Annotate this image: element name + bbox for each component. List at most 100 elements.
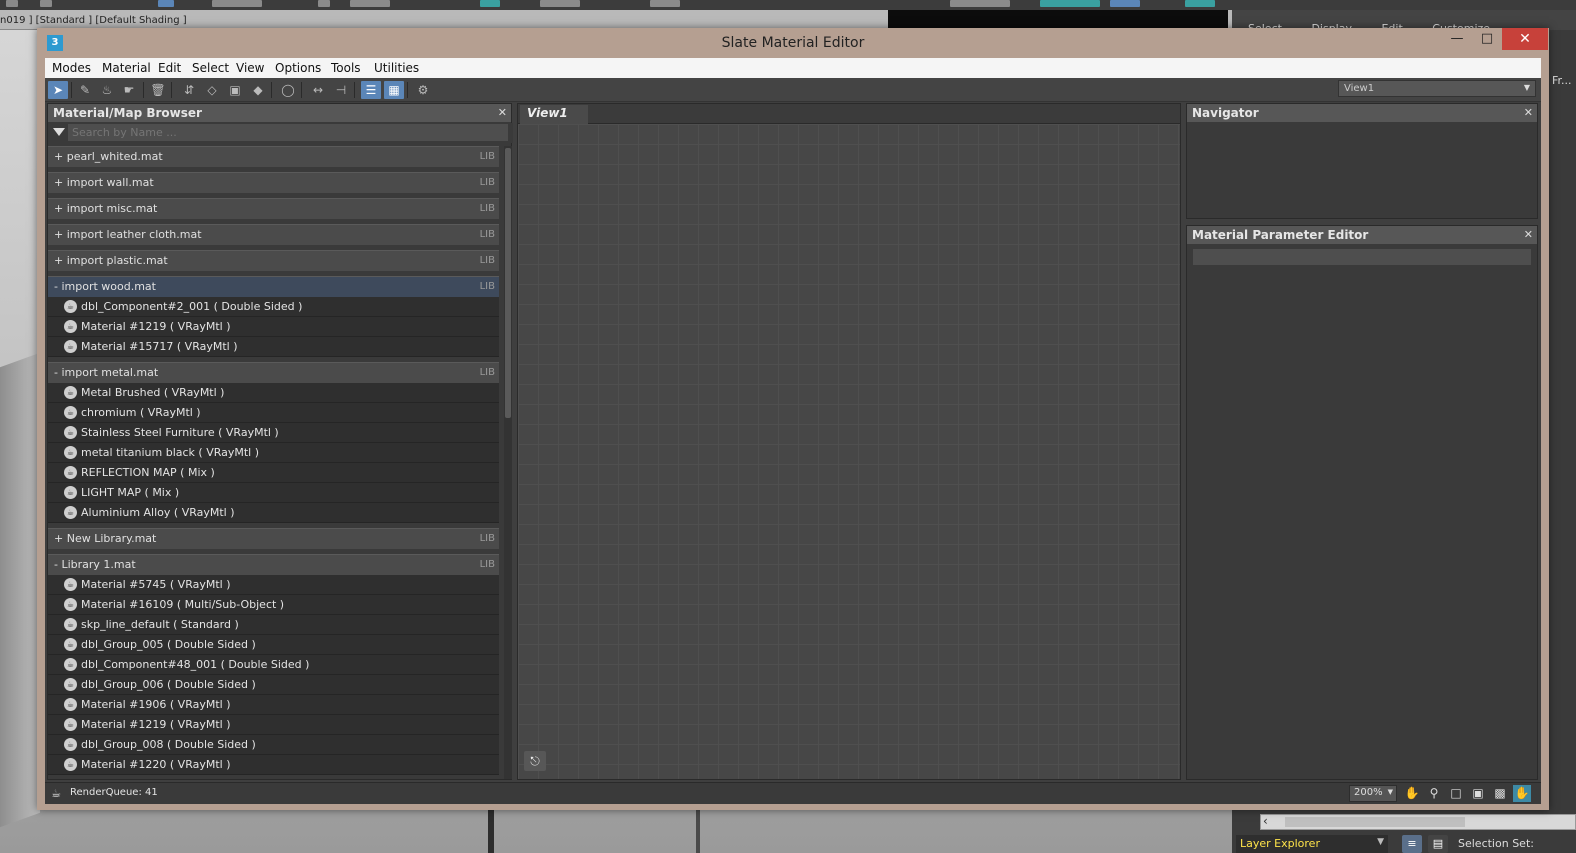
close-button[interactable]: ✕ — [1502, 28, 1548, 50]
pan-to-selected-icon[interactable]: ✋ — [1513, 785, 1531, 802]
library-group[interactable]: - import metal.mat LIB — [48, 362, 499, 383]
zoom-icon[interactable]: ⚲ — [1425, 785, 1443, 802]
library-group[interactable]: - import wood.mat LIB — [48, 276, 499, 297]
material-item[interactable]: ☕ dbl_Group_005 ( Double Sided ) — [48, 635, 499, 655]
scroll-thumb[interactable] — [505, 148, 511, 418]
host-tool-icon[interactable] — [1110, 0, 1140, 7]
hide-unused-icon[interactable]: ◇ — [202, 81, 222, 99]
parameter-editor-toggle-icon[interactable]: ▦ — [384, 81, 404, 99]
browser-scrollbar[interactable] — [504, 146, 512, 779]
library-group[interactable]: + import wall.mat LIB — [48, 172, 499, 193]
material-item[interactable]: ☕ Material #1906 ( VRayMtl ) — [48, 695, 499, 715]
material-item[interactable]: ☕ Metal Brushed ( VRayMtl ) — [48, 383, 499, 403]
browser-header[interactable]: Material/Map Browser ✕ — [48, 104, 511, 122]
library-group[interactable]: + import leather cloth.mat LIB — [48, 224, 499, 245]
background-icon[interactable]: ◯ — [278, 81, 298, 99]
select-tool-icon[interactable]: ➤ — [48, 81, 68, 99]
assign-material-icon[interactable]: ☛ — [119, 81, 139, 99]
mpe-header[interactable]: Material Parameter Editor ✕ — [1187, 226, 1537, 244]
host-side-label[interactable]: Fr... — [1552, 74, 1572, 87]
maximize-button[interactable]: □ — [1472, 28, 1502, 50]
put-to-scene-icon[interactable]: ♨ — [97, 81, 117, 99]
material-item[interactable]: ☕ Material #5745 ( VRayMtl ) — [48, 575, 499, 595]
host-tool-icon[interactable] — [40, 0, 52, 7]
node-view[interactable]: View1 ⎋ — [517, 103, 1181, 780]
view-select-dropdown[interactable]: View1 ▼ — [1338, 80, 1536, 97]
material-item[interactable]: ☕ chromium ( VRayMtl ) — [48, 403, 499, 423]
layout-children-icon[interactable]: ⊣ — [331, 81, 351, 99]
library-group[interactable]: + import plastic.mat LIB — [48, 250, 499, 271]
library-group[interactable]: - Library 1.mat LIB — [48, 554, 499, 575]
menu-options[interactable]: Options — [275, 61, 321, 75]
scroll-left-icon[interactable]: ‹ — [1263, 814, 1268, 828]
menu-view[interactable]: View — [236, 61, 264, 75]
material-item[interactable]: ☕ Stainless Steel Furniture ( VRayMtl ) — [48, 423, 499, 443]
delete-icon[interactable]: 🗑 — [148, 81, 168, 99]
menu-edit[interactable]: Edit — [158, 61, 181, 75]
material-item[interactable]: ☕ LIGHT MAP ( Mix ) — [48, 483, 499, 503]
close-icon[interactable]: ✕ — [1524, 106, 1533, 119]
host-tool-icon[interactable] — [212, 0, 262, 7]
menu-utilities[interactable]: Utilities — [374, 61, 419, 75]
library-group[interactable]: + pearl_whited.mat LIB — [48, 146, 499, 167]
host-tool-icon[interactable] — [650, 0, 680, 7]
binoculars-icon[interactable]: ⎋ — [524, 751, 546, 771]
show-map-icon[interactable]: ▣ — [225, 81, 245, 99]
host-tool-icon[interactable] — [480, 0, 500, 7]
search-options-icon[interactable] — [53, 128, 65, 136]
pick-material-icon[interactable]: ✎ — [75, 81, 95, 99]
material-item[interactable]: ☕ REFLECTION MAP ( Mix ) — [48, 463, 499, 483]
library-group[interactable]: + New Library.mat LIB — [48, 528, 499, 549]
host-tool-icon[interactable] — [350, 0, 390, 7]
select-by-material-icon[interactable]: ⚙ — [413, 81, 433, 99]
host-tool-icon[interactable] — [950, 0, 1010, 7]
material-item[interactable]: ☕ dbl_Component#2_001 ( Double Sided ) — [48, 297, 499, 317]
show-background-icon[interactable]: ◆ — [248, 81, 268, 99]
layer-tool-icon[interactable]: ▤ — [1428, 835, 1448, 853]
menu-modes[interactable]: Modes — [52, 61, 91, 75]
viewport-label[interactable]: n019 ] [Standard ] [Default Shading ] — [0, 15, 187, 26]
host-toolbar — [0, 0, 1576, 10]
host-tool-icon[interactable] — [1185, 0, 1215, 7]
material-name-field[interactable] — [1193, 249, 1531, 265]
material-item[interactable]: ☕ Aluminium Alloy ( VRayMtl ) — [48, 503, 499, 523]
close-icon[interactable]: ✕ — [1524, 228, 1533, 241]
library-group[interactable]: + import misc.mat LIB — [48, 198, 499, 219]
tab-view1[interactable]: View1 — [520, 105, 588, 124]
material-item[interactable]: ☕ dbl_Group_006 ( Double Sided ) — [48, 675, 499, 695]
material-item[interactable]: ☕ dbl_Component#48_001 ( Double Sided ) — [48, 655, 499, 675]
move-children-icon[interactable]: ⇵ — [179, 81, 199, 99]
menu-select[interactable]: Select — [192, 61, 229, 75]
search-input[interactable] — [68, 124, 508, 141]
scroll-thumb[interactable] — [1285, 817, 1465, 827]
menu-material[interactable]: Material — [102, 61, 151, 75]
host-tool-icon[interactable] — [540, 0, 580, 7]
zoom-extents-selected-icon[interactable]: ▩ — [1491, 785, 1509, 802]
material-item[interactable]: ☕ Material #1219 ( VRayMtl ) — [48, 715, 499, 735]
zoom-extents-icon[interactable]: ▣ — [1469, 785, 1487, 802]
zoom-dropdown[interactable]: 200% ▼ — [1349, 785, 1397, 802]
host-tool-icon[interactable] — [1040, 0, 1100, 7]
material-item[interactable]: ☕ Material #16109 ( Multi/Sub-Object ) — [48, 595, 499, 615]
material-browser-toggle-icon[interactable]: ☰ — [361, 81, 381, 99]
material-item[interactable]: ☕ metal titanium black ( VRayMtl ) — [48, 443, 499, 463]
host-horizontal-scrollbar[interactable]: ‹ — [1260, 814, 1576, 830]
pan-hand-icon[interactable]: ✋ — [1403, 785, 1421, 802]
material-item[interactable]: ☕ Material #1219 ( VRayMtl ) — [48, 317, 499, 337]
host-tool-icon[interactable] — [158, 0, 174, 7]
material-item[interactable]: ☕ Material #15717 ( VRayMtl ) — [48, 337, 499, 357]
material-item[interactable]: ☕ dbl_Group_008 ( Double Sided ) — [48, 735, 499, 755]
host-tool-icon[interactable] — [6, 0, 18, 7]
layout-all-icon[interactable]: ↔ — [308, 81, 328, 99]
menu-tools[interactable]: Tools — [331, 61, 361, 75]
zoom-region-icon[interactable]: □ — [1447, 785, 1465, 802]
layers-icon[interactable]: ≡ — [1402, 835, 1422, 853]
material-item[interactable]: ☕ Material #1220 ( VRayMtl ) — [48, 755, 499, 775]
layer-explorer-dropdown[interactable]: Layer Explorer ▼ — [1236, 835, 1388, 853]
title-bar[interactable]: 3 Slate Material Editor — □ ✕ — [37, 28, 1549, 58]
close-icon[interactable]: ✕ — [498, 106, 507, 119]
material-item[interactable]: ☕ skp_line_default ( Standard ) — [48, 615, 499, 635]
minimize-button[interactable]: — — [1442, 28, 1472, 50]
navigator-header[interactable]: Navigator ✕ — [1187, 104, 1537, 122]
host-tool-icon[interactable] — [318, 0, 330, 7]
